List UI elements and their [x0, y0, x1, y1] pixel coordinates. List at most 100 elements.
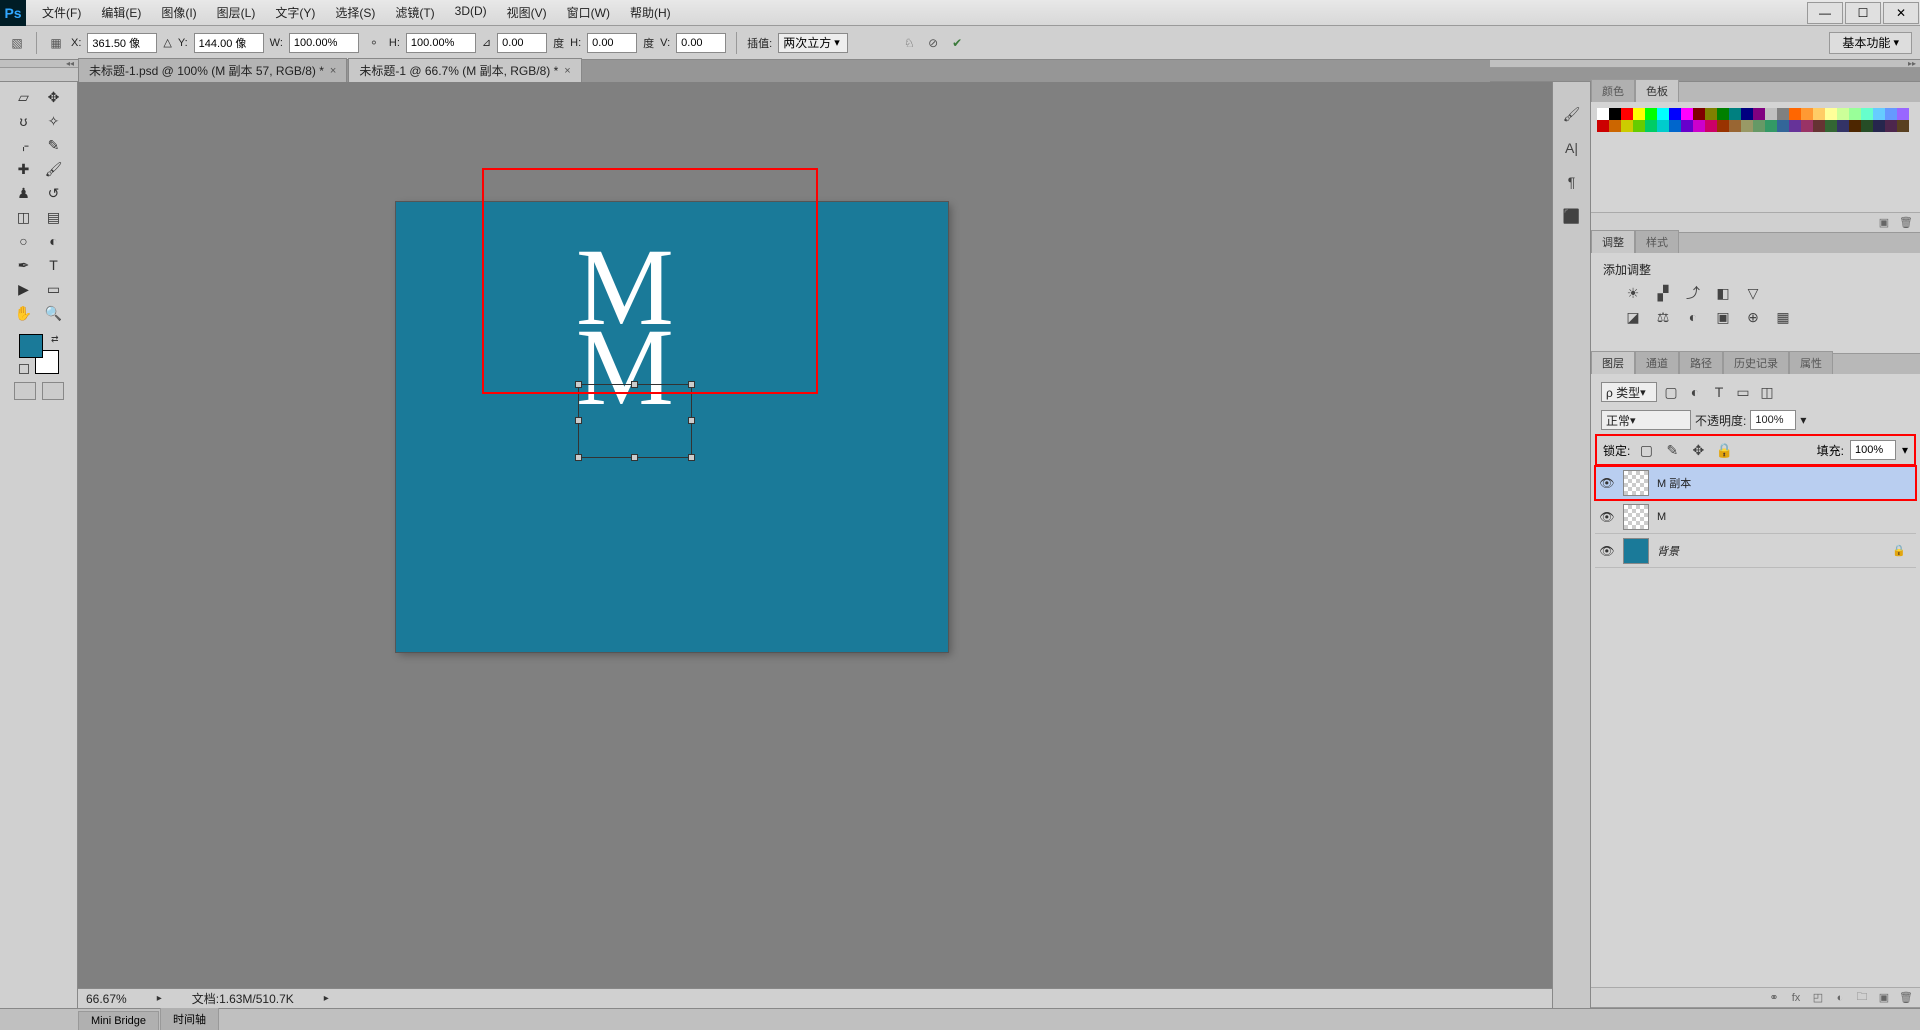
filter-pixel-icon[interactable]: ▢ — [1661, 383, 1681, 401]
w-input[interactable]: 100.00% — [289, 33, 359, 53]
swap-colors-icon[interactable]: ⇄ — [51, 334, 59, 345]
layer-style-icon[interactable]: fx — [1788, 991, 1804, 1005]
group-icon[interactable]: 🗀 — [1854, 991, 1870, 1005]
swatch[interactable] — [1657, 120, 1669, 132]
pen-tool-icon[interactable]: ✒ — [10, 254, 38, 276]
swatch[interactable] — [1765, 108, 1777, 120]
filter-smart-icon[interactable]: ◫ — [1757, 383, 1777, 401]
close-icon[interactable]: × — [564, 65, 570, 77]
menu-3d[interactable]: 3D(D) — [447, 0, 495, 25]
cancel-transform-icon[interactable]: ⊘ — [924, 34, 942, 52]
lock-pixels-icon[interactable]: ✎ — [1662, 441, 1682, 459]
swatch[interactable] — [1705, 108, 1717, 120]
doc-tab-1[interactable]: 未标题-1.psd @ 100% (M 副本 57, RGB/8) * × — [78, 58, 347, 82]
tab-timeline[interactable]: 时间轴 — [160, 1007, 219, 1030]
layer-thumbnail[interactable] — [1623, 538, 1649, 564]
new-swatch-icon[interactable]: ▣ — [1876, 216, 1892, 230]
gradient-tool-icon[interactable]: ▤ — [40, 206, 68, 228]
swatch[interactable] — [1885, 120, 1897, 132]
hue-icon[interactable]: ◪ — [1623, 308, 1643, 326]
layer-row[interactable]: 👁 M — [1595, 500, 1916, 534]
paragraph-panel-icon[interactable]: ¶ — [1560, 170, 1584, 194]
visibility-icon[interactable]: 👁 — [1599, 544, 1615, 558]
swatch[interactable] — [1813, 120, 1825, 132]
swatch[interactable] — [1693, 120, 1705, 132]
swatch[interactable] — [1669, 120, 1681, 132]
posterize-icon[interactable]: ▦ — [1773, 308, 1793, 326]
layer-row[interactable]: 👁 背景 🔒 — [1595, 534, 1916, 568]
trash-icon[interactable]: 🗑 — [1898, 991, 1914, 1005]
toolbox-collapse-grip[interactable]: ◂◂ — [0, 60, 78, 68]
menu-window[interactable]: 窗口(W) — [559, 0, 618, 25]
y-input[interactable]: 144.00 像 — [194, 33, 264, 53]
swatch[interactable] — [1897, 120, 1909, 132]
swatch[interactable] — [1849, 120, 1861, 132]
quickmask-mode-icon[interactable] — [42, 382, 64, 400]
swatch[interactable] — [1873, 120, 1885, 132]
tab-styles[interactable]: 样式 — [1635, 230, 1679, 253]
menu-filter[interactable]: 滤镜(T) — [387, 0, 442, 25]
swatch[interactable] — [1777, 120, 1789, 132]
tab-paths[interactable]: 路径 — [1679, 351, 1723, 374]
fill-input[interactable]: 100% — [1850, 440, 1896, 460]
close-icon[interactable]: × — [330, 65, 336, 77]
swatch[interactable] — [1633, 120, 1645, 132]
swatch[interactable] — [1657, 108, 1669, 120]
swatch[interactable] — [1873, 108, 1885, 120]
zoom-tool-icon[interactable]: 🔍 — [40, 302, 68, 324]
eyedropper-tool-icon[interactable]: ✎ — [40, 134, 68, 156]
minimize-button[interactable]: — — [1807, 2, 1843, 24]
tab-swatches[interactable]: 色板 — [1635, 79, 1679, 102]
reference-point-icon[interactable]: ▦ — [47, 34, 65, 52]
swatch[interactable] — [1669, 108, 1681, 120]
swatch[interactable] — [1777, 108, 1789, 120]
colorbalance-icon[interactable]: ⚖ — [1653, 308, 1673, 326]
swatch[interactable] — [1621, 120, 1633, 132]
angle-input[interactable]: 0.00 — [497, 33, 547, 53]
interpolation-select[interactable]: 两次立方 ▾ — [778, 33, 848, 53]
shape-tool-icon[interactable]: ▭ — [40, 278, 68, 300]
marquee-tool-icon[interactable]: ✥ — [40, 86, 68, 108]
swatch[interactable] — [1621, 108, 1633, 120]
layer-name[interactable]: M — [1657, 511, 1666, 523]
commit-transform-icon[interactable]: ✔ — [948, 34, 966, 52]
x-input[interactable]: 361.50 像 — [87, 33, 157, 53]
swatch[interactable] — [1765, 120, 1777, 132]
eraser-tool-icon[interactable]: ◫ — [10, 206, 38, 228]
swatch[interactable] — [1861, 108, 1873, 120]
exposure-icon[interactable]: ◧ — [1713, 284, 1733, 302]
tab-properties[interactable]: 属性 — [1789, 351, 1833, 374]
swatch[interactable] — [1609, 120, 1621, 132]
default-colors-icon[interactable] — [19, 364, 29, 374]
menu-layer[interactable]: 图层(L) — [209, 0, 264, 25]
new-layer-icon[interactable]: ▣ — [1876, 991, 1892, 1005]
close-button[interactable]: ✕ — [1883, 2, 1919, 24]
trash-icon[interactable]: 🗑 — [1898, 216, 1914, 230]
visibility-icon[interactable]: 👁 — [1599, 476, 1615, 490]
canvas-area[interactable]: M M 66.67% ▸ 文档:1.63M/510.7K ▸ — [78, 82, 1552, 1008]
menu-view[interactable]: 视图(V) — [499, 0, 555, 25]
stamp-tool-icon[interactable]: ♟ — [10, 182, 38, 204]
lock-transparency-icon[interactable]: ▢ — [1636, 441, 1656, 459]
menu-edit[interactable]: 编辑(E) — [93, 0, 149, 25]
swatch[interactable] — [1717, 120, 1729, 132]
tab-channels[interactable]: 通道 — [1635, 351, 1679, 374]
menu-file[interactable]: 文件(F) — [34, 0, 89, 25]
layer-filter-select[interactable]: ρ 类型 ▾ — [1601, 382, 1657, 402]
swatch[interactable] — [1837, 120, 1849, 132]
swatch[interactable] — [1633, 108, 1645, 120]
swatch[interactable] — [1897, 108, 1909, 120]
visibility-icon[interactable]: 👁 — [1599, 510, 1615, 524]
foreground-color-swatch[interactable] — [19, 334, 43, 358]
layer-name[interactable]: M 副本 — [1657, 475, 1691, 491]
menu-help[interactable]: 帮助(H) — [622, 0, 679, 25]
swatch[interactable] — [1597, 108, 1609, 120]
swatch[interactable] — [1801, 108, 1813, 120]
brightness-icon[interactable]: ☀ — [1623, 284, 1643, 302]
swatch[interactable] — [1729, 108, 1741, 120]
tab-layers[interactable]: 图层 — [1591, 351, 1635, 374]
warp-icon[interactable]: ♘ — [900, 34, 918, 52]
link-wh-icon[interactable]: ⚬ — [365, 34, 383, 52]
layer-thumbnail[interactable] — [1623, 470, 1649, 496]
brush-presets-icon[interactable]: 🖌 — [1560, 102, 1584, 126]
